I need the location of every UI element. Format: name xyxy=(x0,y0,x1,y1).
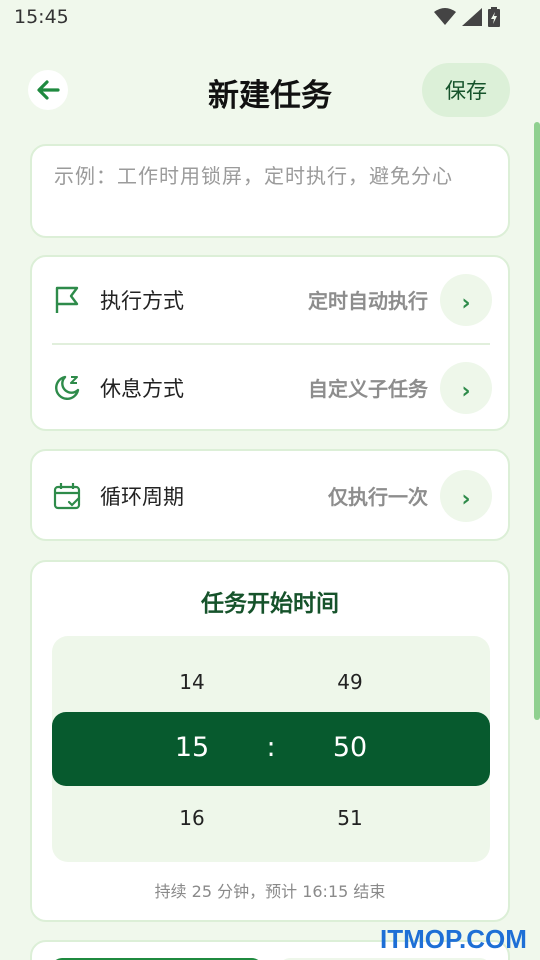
status-icons xyxy=(434,7,500,27)
cycle-row[interactable]: 循环周期 仅执行一次 › xyxy=(52,461,492,531)
hour-prev[interactable]: 14 xyxy=(162,670,222,694)
header: 新建任务 保存 xyxy=(0,60,540,122)
duration-summary: 持续 25 分钟，预计 16:15 结束 xyxy=(154,882,386,901)
status-bar: 15:45 xyxy=(0,0,540,36)
execution-mode-row[interactable]: 执行方式 定时自动执行 › xyxy=(52,265,492,335)
save-button[interactable]: 保存 xyxy=(422,63,510,117)
rest-mode-row[interactable]: 休息方式 自定义子任务 › xyxy=(52,353,492,423)
cycle-label: 循环周期 xyxy=(100,485,184,509)
hour-next[interactable]: 16 xyxy=(162,806,222,830)
cycle-card: 循环周期 仅执行一次 › xyxy=(30,449,510,541)
status-time: 15:45 xyxy=(14,6,69,28)
execution-mode-label: 执行方式 xyxy=(100,289,184,313)
execution-mode-value: 定时自动执行 xyxy=(308,289,428,313)
rest-mode-label: 休息方式 xyxy=(100,377,184,401)
moon-sleep-icon xyxy=(55,375,80,400)
task-note-card: 示例：工作时用锁屏，定时执行，避免分心 xyxy=(30,144,510,238)
divider xyxy=(52,343,490,345)
flag-icon xyxy=(55,286,79,313)
rest-mode-value: 自定义子任务 xyxy=(308,377,428,401)
wifi-icon xyxy=(434,8,456,25)
cycle-value: 仅执行一次 xyxy=(328,485,428,509)
scrollbar[interactable] xyxy=(534,122,540,720)
time-picker[interactable]: 14 49 15 : 50 16 51 xyxy=(52,636,490,862)
chevron-right-icon[interactable]: › xyxy=(440,470,492,522)
mode-settings-card: 执行方式 定时自动执行 › 休息方式 自定义子任务 › xyxy=(30,255,510,431)
chevron-right-icon[interactable]: › xyxy=(440,274,492,326)
calendar-check-icon xyxy=(53,483,81,510)
picker-selection: 15 : 50 xyxy=(52,712,490,786)
time-separator: : xyxy=(266,732,276,763)
battery-icon xyxy=(488,7,500,27)
minute-prev[interactable]: 49 xyxy=(320,670,380,694)
minute-next[interactable]: 51 xyxy=(320,806,380,830)
cell-signal-icon xyxy=(462,8,482,26)
task-note-input[interactable]: 示例：工作时用锁屏，定时执行，避免分心 xyxy=(54,160,494,192)
minute-selected[interactable]: 50 xyxy=(310,732,390,763)
watermark: ITMOP.COM xyxy=(380,924,527,954)
chevron-right-icon[interactable]: › xyxy=(440,362,492,414)
hour-selected[interactable]: 15 xyxy=(152,732,232,763)
start-time-title: 任务开始时间 xyxy=(201,591,339,617)
start-time-card: 任务开始时间 14 49 15 : 50 16 51 持续 25 分钟，预计 1… xyxy=(30,560,510,922)
